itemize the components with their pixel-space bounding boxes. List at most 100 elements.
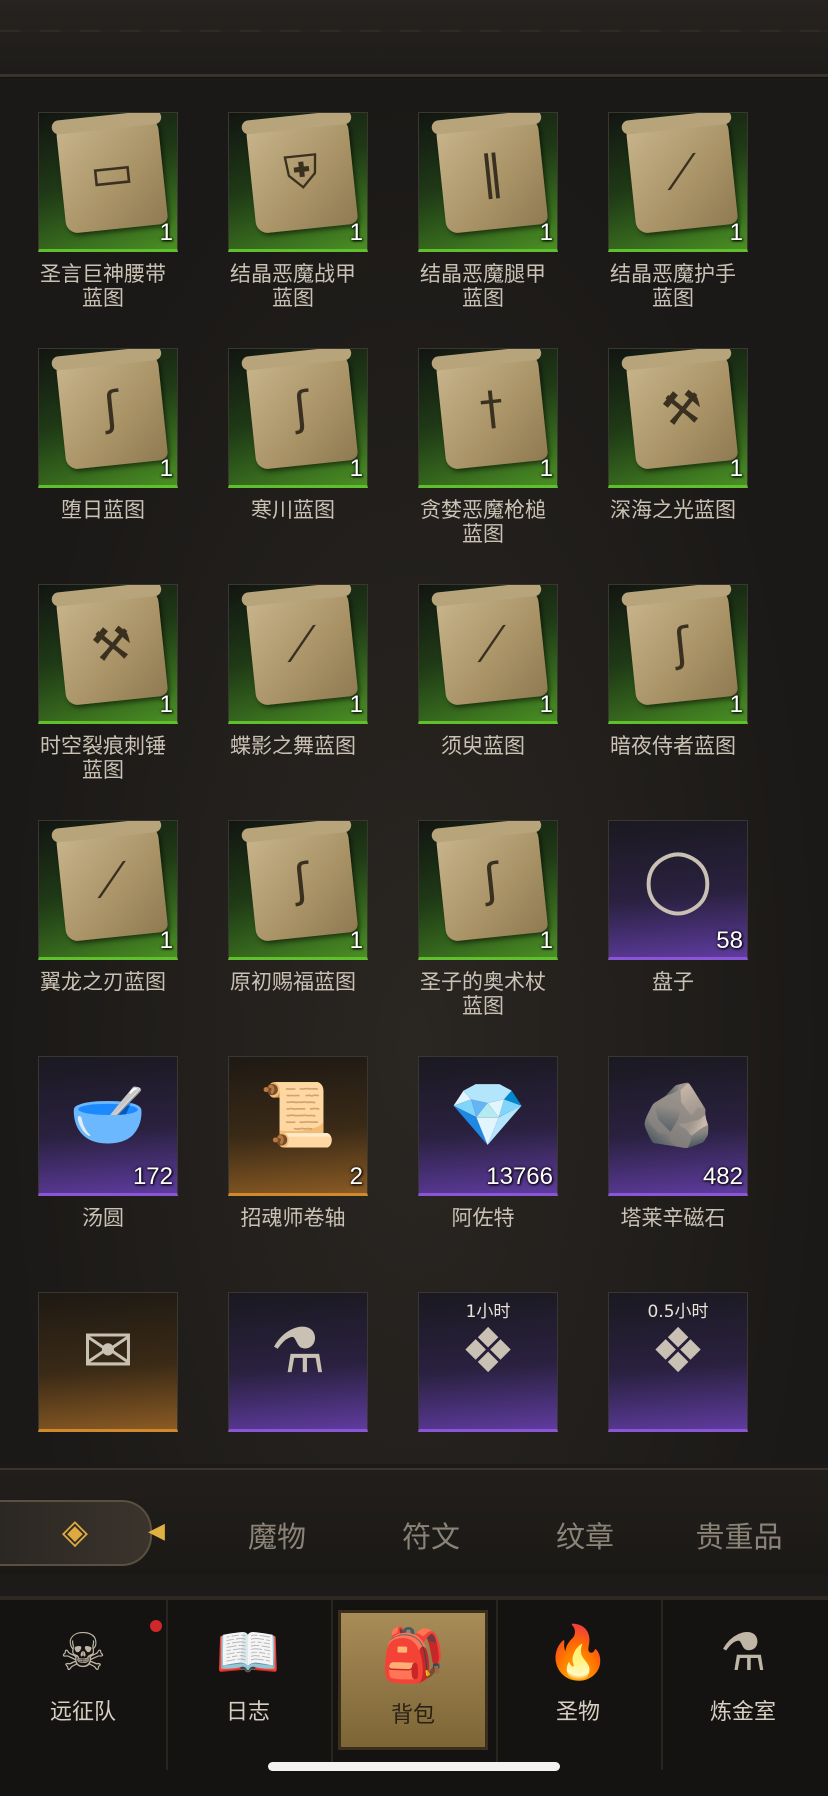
nav-item-4[interactable]: ⚗ 炼金室 <box>668 1610 818 1750</box>
inventory-item[interactable]: ‖ 1 结晶恶魔腿甲 蓝图 <box>398 112 568 332</box>
item-slot[interactable]: ʃ1 <box>608 584 748 724</box>
item-slot[interactable]: ⟋ 1 <box>38 820 178 960</box>
blueprint-hammer-icon: ⚒ <box>88 615 136 674</box>
inventory-grid[interactable]: ▭ 1 圣言巨神腰带 蓝图 ⛨ 1 结晶恶魔战甲 蓝图 ‖ 1 结晶恶魔腿甲 蓝图 ⟋ 1 结晶恶魔护… <box>0 78 828 1464</box>
item-slot[interactable]: ʃ1 <box>228 348 368 488</box>
category-tabs: ◈ ◀ 魔物 符文 纹章 贵重品 <box>0 1468 828 1574</box>
item-slot[interactable]: ⚗ <box>228 1292 368 1432</box>
blueprint-staff-icon: ʃ <box>101 380 123 436</box>
item-count: 1 <box>729 691 743 718</box>
scroll-icon: ʃ <box>245 823 359 943</box>
duration-label: 0.5小时 <box>647 1302 709 1322</box>
nav-item-1[interactable]: 📖 日志 <box>173 1610 323 1750</box>
tab-valuables[interactable]: 贵重品 <box>664 1514 814 1556</box>
nav-divider <box>661 1600 663 1770</box>
inventory-item[interactable]: † 1 贪婪恶魔枪槌 蓝图 <box>398 348 568 568</box>
inventory-item[interactable]: ⟋ 1 结晶恶魔护手 蓝图 <box>588 112 758 332</box>
blueprint-legs-icon: ‖ <box>477 143 506 201</box>
item-count: 1 <box>539 219 553 246</box>
item-count: 1 <box>729 455 743 482</box>
item-slot[interactable]: ❖ 1小时 <box>418 1292 558 1432</box>
nav-label: 炼金室 <box>709 1700 776 1725</box>
scroll-icon: ʃ <box>625 587 739 707</box>
item-count: 1 <box>349 219 363 246</box>
item-slot[interactable]: 🪨 482 <box>608 1056 748 1196</box>
nav-item-0[interactable]: ☠ 远征队 <box>8 1610 162 1750</box>
scroll-icon: ⟋ <box>435 587 549 707</box>
inventory-item[interactable]: ʃ 1 圣子的奥术杖 蓝图 <box>398 820 568 1040</box>
item-slot[interactable]: ▭ 1 <box>38 112 178 252</box>
item-count: 1 <box>539 691 553 718</box>
relic-icon: 🔥 <box>545 1623 611 1683</box>
home-indicator[interactable] <box>268 1762 560 1771</box>
item-slot[interactable]: 💎 13766 <box>418 1056 558 1196</box>
inventory-item[interactable]: ⛨ 1 结晶恶魔战甲 蓝图 <box>208 112 378 332</box>
inventory-item[interactable]: ʃ 1 原初赐福蓝图 <box>208 820 378 1040</box>
item-slot[interactable]: ✉ <box>38 1292 178 1432</box>
item-name: 寒川蓝图 <box>251 498 335 522</box>
inventory-item[interactable]: ⟋ 1 翼龙之刃蓝图 <box>18 820 188 1040</box>
item-name: 深海之光蓝图 <box>610 498 736 522</box>
item-slot[interactable]: ⟋ 1 <box>228 584 368 724</box>
inventory-item[interactable]: ⟋ 1 蝶影之舞蓝图 <box>208 584 378 804</box>
item-count: 1 <box>159 927 173 954</box>
item-slot[interactable]: ❖ 0.5小时 <box>608 1292 748 1432</box>
item-slot[interactable]: † 1 <box>418 348 558 488</box>
item-name: 塔莱辛磁石 <box>620 1206 726 1230</box>
item-name: 暗夜侍者蓝图 <box>610 734 736 758</box>
inventory-item[interactable]: ▭ 1 圣言巨神腰带 蓝图 <box>18 112 188 332</box>
item-slot[interactable]: ʃ1 <box>418 820 558 960</box>
inventory-item[interactable]: ⚒ 1 深海之光蓝图 <box>588 348 758 568</box>
inventory-item[interactable]: ❖ 0.5小时 <box>588 1292 758 1464</box>
item-name: 汤圆 <box>82 1206 124 1230</box>
blueprint-staff-icon: ʃ <box>291 380 313 436</box>
item-name: 堕日蓝图 <box>61 498 145 522</box>
item-slot[interactable]: ‖ 1 <box>418 112 558 252</box>
item-name: 原初赐福蓝图 <box>230 970 356 994</box>
inventory-item[interactable]: ⚗ <box>208 1292 378 1464</box>
journal-icon: 📖 <box>215 1623 281 1683</box>
inventory-item[interactable]: 🥣 172 汤圆 <box>18 1056 188 1276</box>
inventory-item[interactable]: ⟋ 1 须臾蓝图 <box>398 584 568 804</box>
item-count: 1 <box>349 455 363 482</box>
scroll-icon: ʃ <box>435 823 549 943</box>
inventory-item[interactable]: 📜 2 招魂师卷轴 <box>208 1056 378 1276</box>
tab-runes[interactable]: 符文 <box>356 1514 506 1556</box>
blueprint-staff-icon: ʃ <box>671 616 693 672</box>
item-slot[interactable]: 🥣 172 <box>38 1056 178 1196</box>
item-name: 圣子的奥术杖 蓝图 <box>420 970 546 1018</box>
inventory-item[interactable]: 🪨 482 塔莱辛磁石 <box>588 1056 758 1276</box>
item-slot[interactable]: ⚒ 1 <box>38 584 178 724</box>
blueprint-sword-icon: ⟋ <box>472 615 511 673</box>
tab-crests[interactable]: 纹章 <box>510 1514 660 1556</box>
nav-item-2[interactable]: 🎒 背包 <box>338 1610 488 1750</box>
chevron-left-icon[interactable]: ◀ <box>148 1518 165 1546</box>
nav-label: 背包 <box>390 1703 435 1728</box>
blueprint-hammer-icon: ⚒ <box>658 379 706 438</box>
inventory-item[interactable]: ◯ 58 盘子 <box>588 820 758 1040</box>
blueprint-sword-icon: ⟋ <box>92 851 131 909</box>
item-name: 阿佐特 <box>451 1206 515 1230</box>
tab-monsters[interactable]: 魔物 <box>202 1514 352 1556</box>
inventory-item[interactable]: ⚒ 1 时空裂痕刺锤 蓝图 <box>18 584 188 804</box>
item-slot[interactable]: ʃ1 <box>38 348 178 488</box>
scroll-icon: ⚒ <box>55 587 169 707</box>
inventory-item[interactable]: ʃ 1 寒川蓝图 <box>208 348 378 568</box>
item-slot[interactable]: 📜 2 <box>228 1056 368 1196</box>
item-slot[interactable]: ⛨ 1 <box>228 112 368 252</box>
back-button[interactable]: ◈ <box>0 1500 152 1566</box>
inventory-item[interactable]: ❖ 1小时 <box>398 1292 568 1464</box>
inventory-item[interactable]: ʃ 1 暗夜侍者蓝图 <box>588 584 758 804</box>
item-slot[interactable]: ⚒ 1 <box>608 348 748 488</box>
item-slot[interactable]: ◯ 58 <box>608 820 748 960</box>
item-slot[interactable]: ⟋ 1 <box>608 112 748 252</box>
inventory-item[interactable]: 💎 13766 阿佐特 <box>398 1056 568 1276</box>
nav-item-3[interactable]: 🔥 圣物 <box>503 1610 653 1750</box>
inventory-item[interactable]: ✉ <box>18 1292 188 1464</box>
scroll-icon: ʃ <box>245 351 359 471</box>
item-slot[interactable]: ⟋ 1 <box>418 584 558 724</box>
item-slot[interactable]: ʃ1 <box>228 820 368 960</box>
inventory-item[interactable]: ʃ 1 堕日蓝图 <box>18 348 188 568</box>
item-name: 招魂师卷轴 <box>240 1206 346 1230</box>
blueprint-staff-icon: ʃ <box>481 852 503 908</box>
